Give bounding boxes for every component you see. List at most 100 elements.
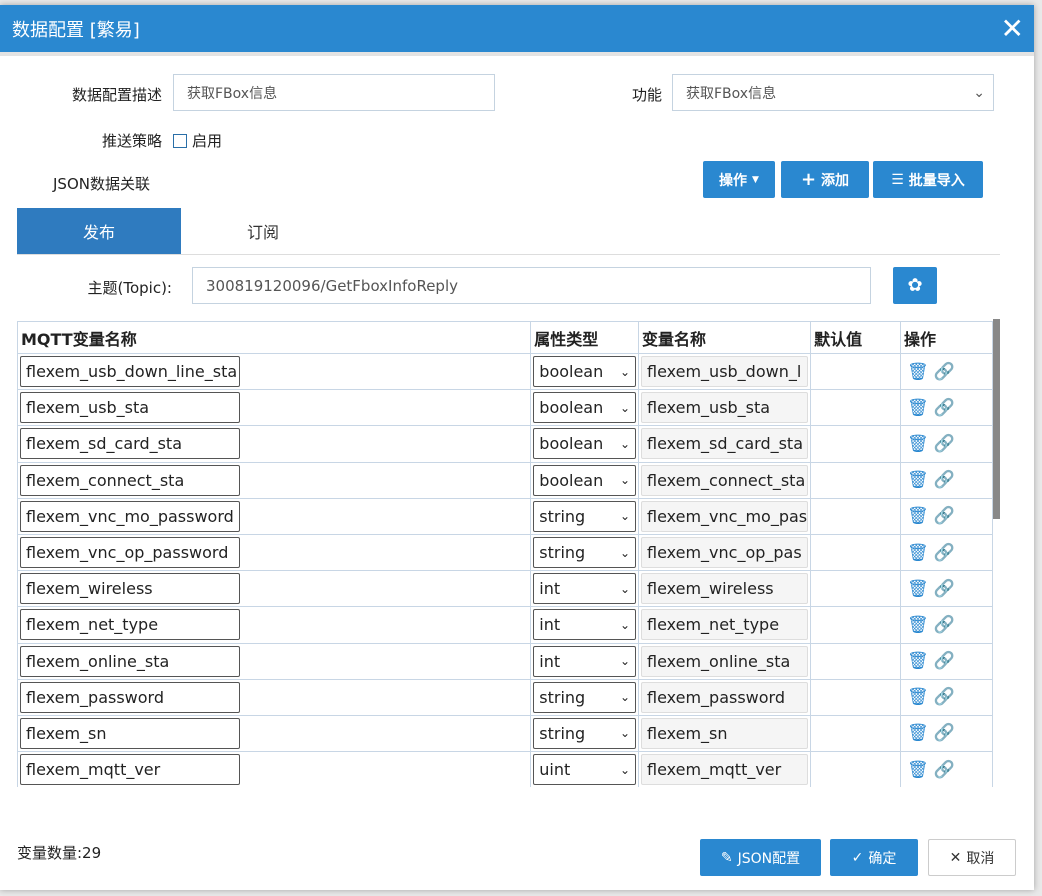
table-row: flexem_password string ⌄ flexem_password … bbox=[16, 678, 994, 716]
default-cell[interactable] bbox=[810, 678, 901, 716]
close-icon[interactable]: ✕ bbox=[1001, 15, 1024, 43]
trash-icon[interactable]: 🗑 bbox=[907, 362, 929, 382]
link-icon[interactable]: 🔗 bbox=[934, 543, 955, 563]
type-select[interactable]: string ⌄ bbox=[533, 681, 636, 713]
scrollbar[interactable] bbox=[993, 319, 1000, 519]
link-icon[interactable]: 🔗 bbox=[934, 760, 955, 780]
json-config-button[interactable]: ✎ JSON配置 bbox=[700, 839, 821, 876]
trash-icon[interactable]: 🗑 bbox=[907, 506, 929, 526]
mqtt-name-input[interactable]: flexem_usb_down_line_sta bbox=[20, 356, 240, 388]
var-name-input: flexem_usb_down_l bbox=[641, 356, 809, 388]
type-select[interactable]: int ⌄ bbox=[533, 573, 636, 605]
default-cell[interactable] bbox=[810, 389, 901, 427]
mqtt-name-input[interactable]: flexem_password bbox=[20, 681, 240, 713]
mqtt-name-input[interactable]: flexem_online_sta bbox=[20, 645, 240, 677]
type-select[interactable]: string ⌄ bbox=[533, 500, 636, 532]
json-label: JSON数据关联 bbox=[53, 175, 150, 193]
mqtt-name-input[interactable]: flexem_usb_sta bbox=[20, 392, 240, 424]
type-select[interactable]: string ⌄ bbox=[533, 537, 636, 569]
default-cell[interactable] bbox=[810, 751, 901, 787]
type-select[interactable]: string ⌄ bbox=[533, 717, 636, 749]
trash-icon[interactable]: 🗑 bbox=[907, 543, 929, 563]
link-icon[interactable]: 🔗 bbox=[934, 579, 955, 599]
trash-icon[interactable]: 🗑 bbox=[907, 651, 929, 671]
cancel-button[interactable]: ✕ 取消 bbox=[928, 839, 1016, 876]
trash-icon[interactable]: 🗑 bbox=[907, 723, 929, 743]
trash-icon[interactable]: 🗑 bbox=[907, 687, 929, 707]
ops-cell: 🗑 🔗 bbox=[899, 606, 994, 644]
type-select[interactable]: int ⌄ bbox=[533, 609, 636, 641]
mqtt-name-input[interactable]: flexem_net_type bbox=[20, 609, 240, 641]
mqtt-name-input[interactable]: flexem_mqtt_ver bbox=[20, 754, 240, 786]
batch-import-button[interactable]: ☰ 批量导入 bbox=[873, 161, 983, 198]
gear-icon[interactable]: ✿ bbox=[893, 267, 937, 304]
link-icon[interactable]: 🔗 bbox=[934, 434, 955, 454]
link-icon[interactable]: 🔗 bbox=[934, 615, 955, 635]
link-icon[interactable]: 🔗 bbox=[934, 687, 955, 707]
trash-icon[interactable]: 🗑 bbox=[907, 579, 929, 599]
chevron-down-icon: ⌄ bbox=[619, 654, 630, 669]
mqtt-name-input[interactable]: flexem_sd_card_sta bbox=[20, 428, 240, 460]
type-value: string bbox=[539, 543, 586, 563]
type-select[interactable]: uint ⌄ bbox=[533, 754, 636, 786]
mqtt-name-input[interactable]: flexem_wireless bbox=[20, 573, 240, 605]
chevron-down-icon: ⌄ bbox=[973, 84, 985, 101]
default-cell[interactable] bbox=[810, 352, 901, 391]
ops-dropdown-button[interactable]: 操作 ▼ bbox=[703, 161, 775, 198]
trash-icon[interactable]: 🗑 bbox=[907, 615, 929, 635]
default-cell[interactable] bbox=[810, 533, 901, 572]
confirm-button[interactable]: ✓ 确定 bbox=[830, 839, 918, 876]
var-name-cell: flexem_usb_down_l bbox=[637, 352, 812, 391]
type-select[interactable]: int ⌄ bbox=[533, 645, 636, 677]
trash-icon[interactable]: 🗑 bbox=[907, 470, 929, 490]
desc-label: 数据配置描述 bbox=[71, 86, 162, 104]
chevron-down-icon: ⌄ bbox=[619, 509, 630, 524]
ops-cell: 🗑 🔗 bbox=[899, 497, 994, 535]
mqtt-name-input[interactable]: flexem_connect_sta bbox=[20, 464, 240, 496]
link-icon[interactable]: 🔗 bbox=[934, 723, 955, 743]
type-select[interactable]: boolean ⌄ bbox=[533, 464, 636, 496]
ops-cell: 🗑 🔗 bbox=[899, 425, 994, 463]
default-cell[interactable] bbox=[810, 425, 901, 463]
link-icon[interactable]: 🔗 bbox=[934, 651, 955, 671]
table-row: flexem_vnc_mo_password string ⌄ flexem_vn… bbox=[16, 497, 994, 535]
variables-table: MQTT变量名称 属性类型 变量名称 默认值 操作 flexem_usb_down_li… bbox=[16, 321, 994, 787]
chevron-down-icon: ⌄ bbox=[619, 762, 630, 777]
check-icon: ✓ bbox=[851, 849, 864, 866]
desc-input[interactable]: 获取FBox信息 bbox=[173, 74, 495, 111]
link-icon[interactable]: 🔗 bbox=[934, 506, 955, 526]
trash-icon[interactable]: 🗑 bbox=[907, 398, 929, 418]
tab-publish[interactable]: 发布 bbox=[17, 208, 181, 254]
type-value: int bbox=[539, 579, 561, 599]
table-row: flexem_usb_down_line_sta boolean ⌄ flexem… bbox=[16, 352, 994, 391]
type-select[interactable]: boolean ⌄ bbox=[533, 428, 636, 460]
column-header: 变量名称 bbox=[637, 321, 812, 354]
default-cell[interactable] bbox=[810, 570, 901, 608]
push-enable-checkbox[interactable]: 启用 bbox=[173, 130, 222, 151]
link-icon[interactable]: 🔗 bbox=[934, 470, 955, 490]
default-cell[interactable] bbox=[810, 606, 901, 644]
mqtt-name-cell: flexem_wireless bbox=[16, 570, 532, 608]
trash-icon[interactable]: 🗑 bbox=[907, 434, 929, 454]
chevron-down-icon: ⌄ bbox=[619, 726, 630, 741]
edit-icon: ✎ bbox=[720, 849, 733, 866]
type-select[interactable]: boolean ⌄ bbox=[533, 356, 636, 388]
trash-icon[interactable]: 🗑 bbox=[907, 760, 929, 780]
link-icon[interactable]: 🔗 bbox=[934, 398, 955, 418]
type-select[interactable]: boolean ⌄ bbox=[533, 392, 636, 424]
mqtt-name-input[interactable]: flexem_vnc_mo_password bbox=[20, 500, 240, 532]
dialog-header: 数据配置 [繁易] bbox=[0, 5, 1034, 56]
add-button[interactable]: + 添加 bbox=[781, 161, 869, 198]
link-icon[interactable]: 🔗 bbox=[934, 362, 955, 382]
var-name-cell: flexem_usb_sta bbox=[637, 389, 812, 427]
default-cell[interactable] bbox=[810, 714, 901, 753]
topic-input[interactable]: 300819120096/GetFboxInfoReply bbox=[192, 267, 871, 304]
default-cell[interactable] bbox=[810, 497, 901, 535]
mqtt-name-input[interactable]: flexem_vnc_op_password bbox=[20, 537, 240, 569]
checkbox-icon[interactable] bbox=[173, 133, 187, 148]
tab-subscribe[interactable]: 订阅 bbox=[181, 208, 345, 254]
mqtt-name-input[interactable]: flexem_sn bbox=[20, 717, 240, 749]
default-cell[interactable] bbox=[810, 642, 901, 680]
default-cell[interactable] bbox=[810, 461, 901, 499]
func-select[interactable]: 获取FBox信息 ⌄ bbox=[672, 74, 994, 111]
